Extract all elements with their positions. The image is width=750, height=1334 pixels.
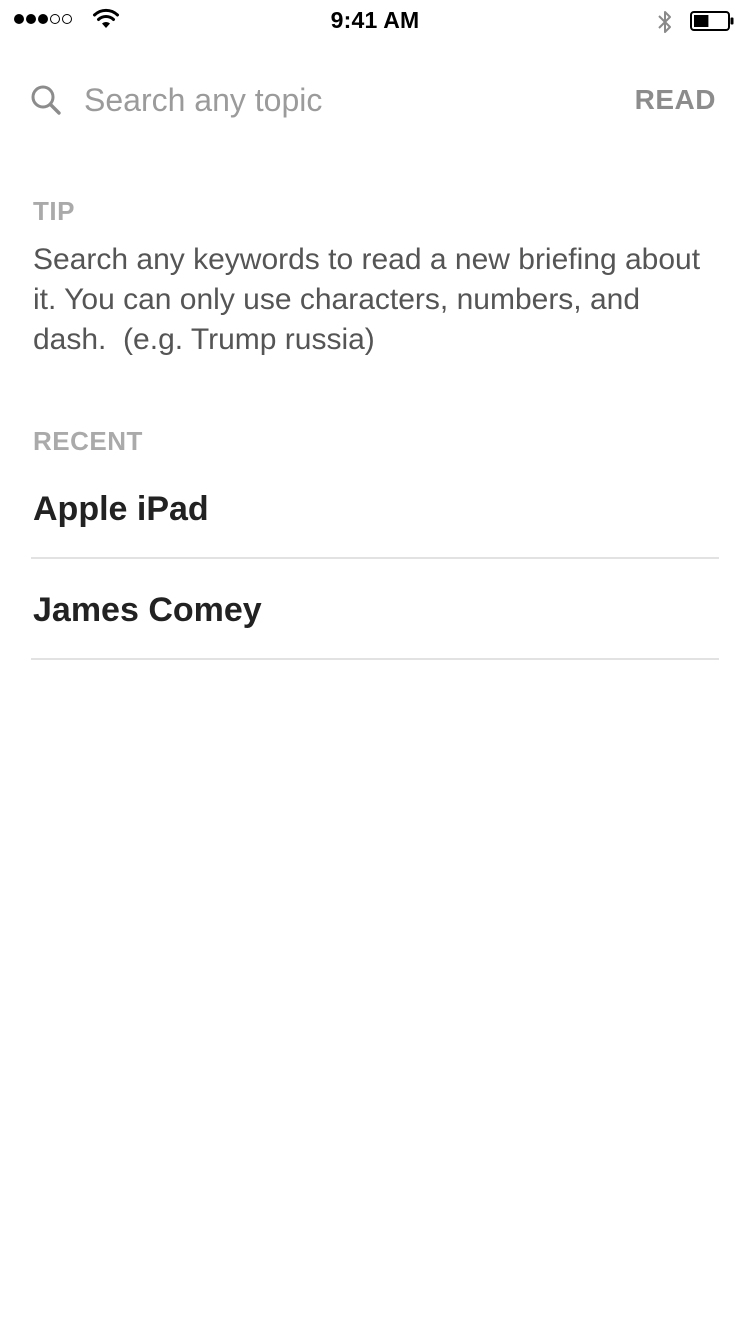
recent-item-apple-ipad[interactable]: Apple iPad (31, 458, 719, 559)
recent-list: Apple iPad James Comey (31, 458, 719, 660)
tip-text: Search any keywords to read a new briefi… (33, 243, 709, 356)
status-bar: 9:41 AM (0, 0, 750, 40)
tip-heading: TIP (33, 196, 75, 226)
recent-heading: RECENT (33, 426, 143, 456)
battery-icon (690, 11, 734, 31)
search-icon (31, 85, 61, 115)
bluetooth-icon (658, 11, 671, 33)
status-time: 9:41 AM (330, 7, 420, 33)
read-button[interactable]: READ (635, 84, 716, 116)
recent-item-label: Apple iPad (33, 490, 209, 528)
recent-item-james-comey[interactable]: James Comey (31, 559, 719, 660)
search-bar: READ (0, 74, 750, 126)
recent-item-label: James Comey (33, 591, 262, 629)
search-input[interactable] (84, 78, 604, 122)
